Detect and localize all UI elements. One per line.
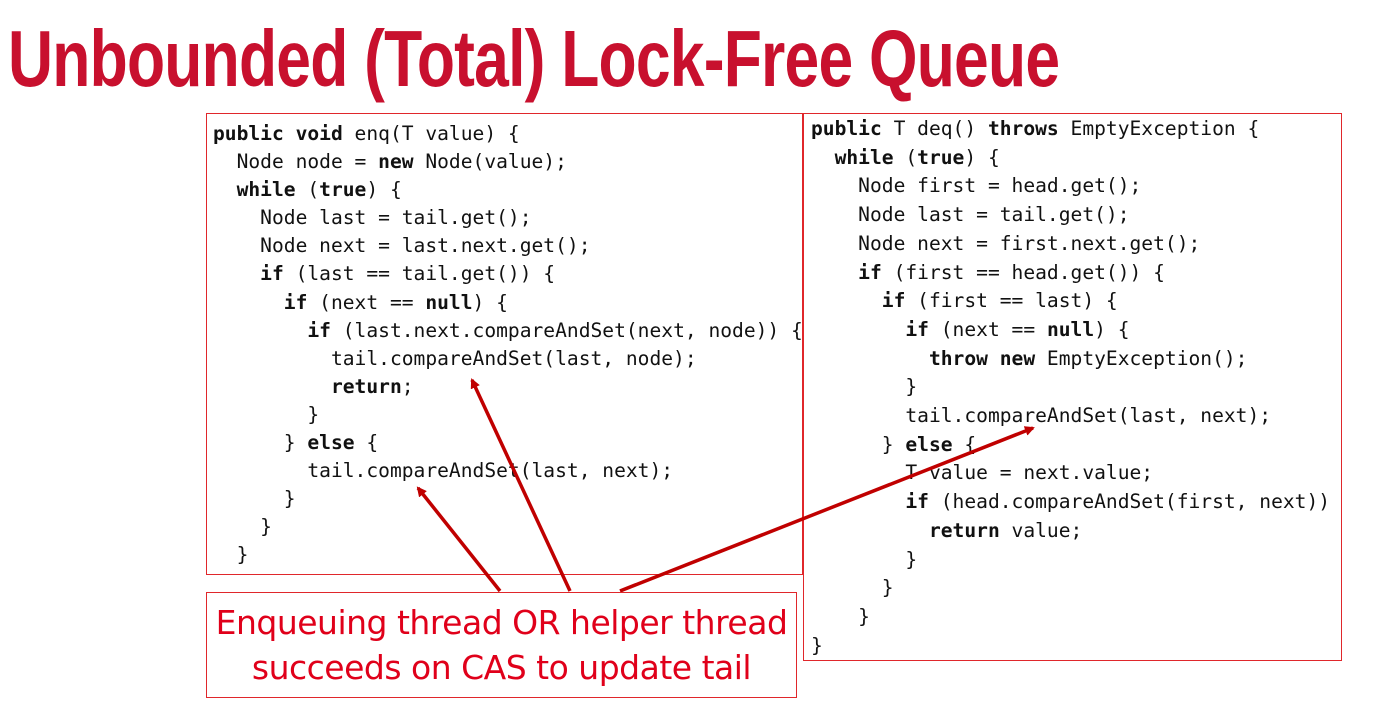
arrow-to-enq-tail-cas	[470, 378, 572, 592]
arrow-to-deq-tail-cas	[619, 426, 1035, 593]
caption-line-2: succeeds on CAS to update tail	[251, 648, 752, 687]
caption-line-1: Enqueuing thread OR helper thread	[215, 603, 788, 642]
arrow-to-enq-else-cas	[416, 486, 502, 593]
caption-box: Enqueuing thread OR helper thread succee…	[206, 592, 797, 698]
